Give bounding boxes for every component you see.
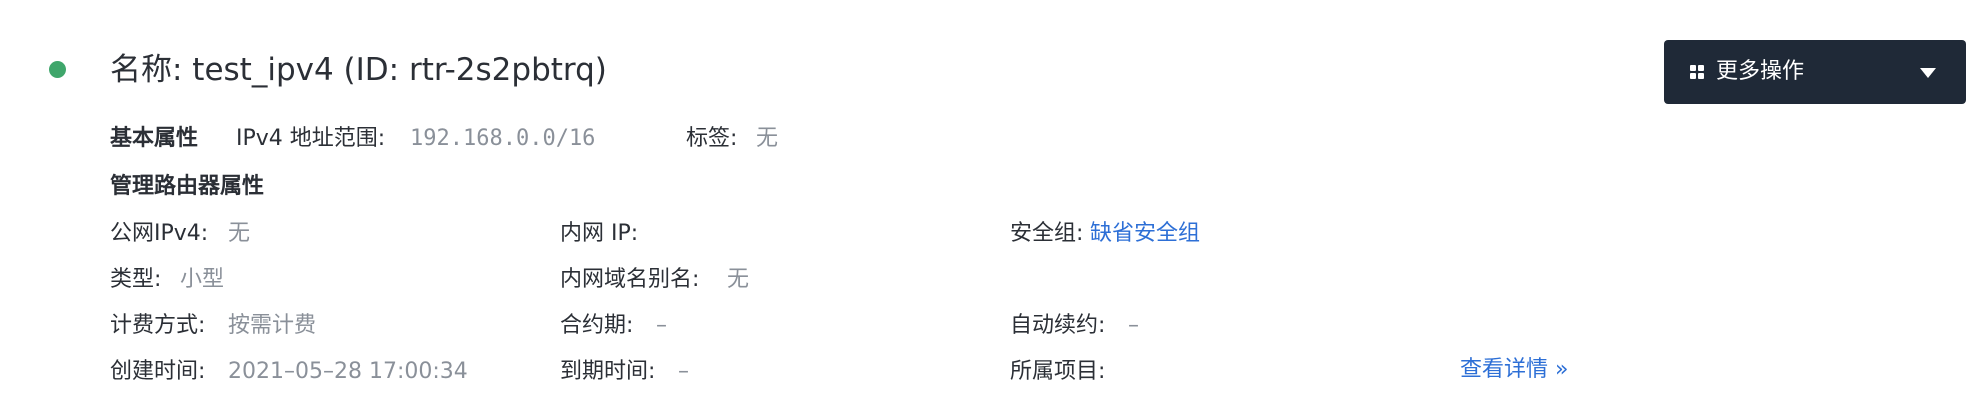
private-domain-label: 内网域名别名: bbox=[560, 267, 700, 292]
expire-value: – bbox=[678, 359, 689, 384]
ipv4-range-value: 192.168.0.0/16 bbox=[410, 126, 596, 151]
tag-value: 无 bbox=[756, 126, 779, 151]
security-group-label: 安全组: bbox=[1010, 221, 1084, 246]
billing-label: 计费方式: bbox=[110, 313, 206, 338]
basic-section-label: 基本属性 bbox=[110, 126, 199, 151]
chevron-down-icon bbox=[1920, 68, 1936, 78]
public-ipv4-label: 公网IPv4: bbox=[110, 221, 209, 246]
auto-renew-label: 自动续约: bbox=[1010, 313, 1106, 338]
expire-label: 到期时间: bbox=[560, 359, 656, 384]
more-actions-label: 更多操作 bbox=[1716, 59, 1805, 84]
public-ipv4-value: 无 bbox=[228, 221, 251, 246]
created-value: 2021–05–28 17:00:34 bbox=[228, 359, 468, 384]
status-indicator bbox=[49, 61, 66, 78]
security-group-link[interactable]: 缺省安全组 bbox=[1090, 219, 1200, 249]
type-value: 小型 bbox=[180, 267, 225, 292]
private-ip-label: 内网 IP: bbox=[560, 221, 639, 246]
type-label: 类型: bbox=[110, 267, 162, 292]
project-label: 所属项目: bbox=[1010, 359, 1106, 384]
contract-value: – bbox=[656, 313, 667, 338]
grid-icon bbox=[1690, 65, 1704, 79]
private-domain-value: 无 bbox=[727, 267, 750, 292]
more-actions-button[interactable]: 更多操作 bbox=[1664, 40, 1966, 104]
auto-renew-value: – bbox=[1128, 313, 1139, 338]
view-details-link[interactable]: 查看详情 » bbox=[1460, 355, 1568, 385]
ipv4-range-label: IPv4 地址范围: bbox=[236, 126, 386, 151]
billing-value: 按需计费 bbox=[228, 313, 317, 338]
page-title: 名称: test_ipv4 (ID: rtr-2s2pbtrq) bbox=[110, 52, 607, 88]
router-section-label: 管理路由器属性 bbox=[110, 174, 265, 199]
created-label: 创建时间: bbox=[110, 359, 206, 384]
contract-label: 合约期: bbox=[560, 313, 634, 338]
tag-label: 标签: bbox=[686, 126, 738, 151]
